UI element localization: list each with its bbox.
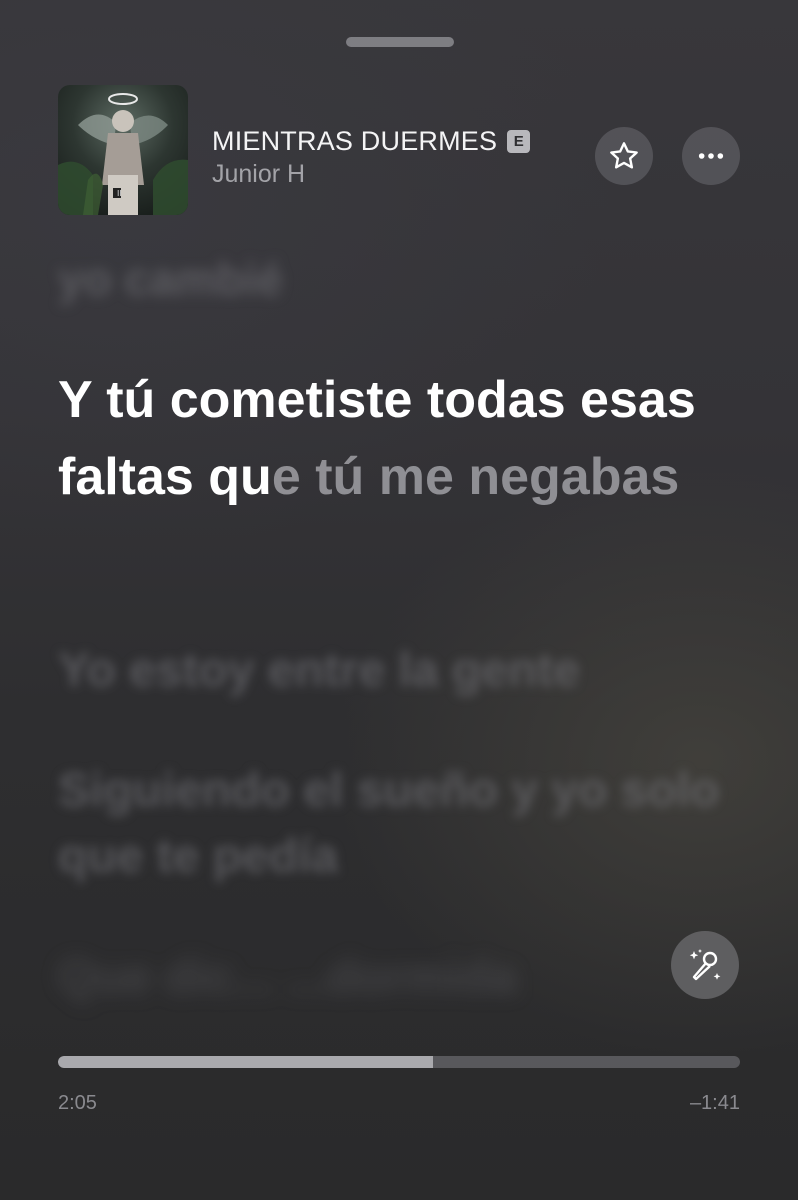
- lyric-line-next[interactable]: Siguiendo el sueño y yo solo que te pedí…: [58, 758, 748, 890]
- explicit-badge: E: [507, 129, 531, 153]
- more-options-button[interactable]: [682, 127, 740, 185]
- title-row: MIENTRAS DUERMES E: [212, 123, 531, 159]
- star-icon: [610, 142, 638, 169]
- lyric-line-next[interactable]: Yo estoy entre la gente: [58, 638, 580, 704]
- favorite-button[interactable]: [595, 127, 653, 185]
- ellipsis-icon: [698, 153, 724, 159]
- sing-mode-button[interactable]: [671, 931, 739, 999]
- lyric-unsung-portion: e tú me negabas: [271, 448, 680, 506]
- scrubber-fill: [58, 1056, 434, 1068]
- lyric-line-previous[interactable]: yo cambié: [58, 252, 283, 306]
- album-artwork[interactable]: II: [58, 85, 188, 215]
- elapsed-time: 2:05: [58, 1092, 97, 1114]
- sheet-grabber[interactable]: [346, 37, 454, 47]
- microphone-sparkle-icon: [689, 949, 721, 981]
- playback-scrubber[interactable]: [58, 1056, 740, 1068]
- artist-name[interactable]: Junior H: [212, 160, 305, 189]
- song-title[interactable]: MIENTRAS DUERMES: [212, 126, 497, 157]
- lyrics-screen: II MIENTRAS DUERMES E Junior H yo cambié…: [0, 0, 798, 1200]
- svg-text:II: II: [117, 189, 122, 198]
- lyric-line-next[interactable]: Que dic... ...dormida: [58, 945, 517, 1011]
- artwork-illustration: II: [58, 93, 188, 215]
- lyric-line-current[interactable]: Y tú cometiste todas esas faltas que tú …: [58, 362, 758, 516]
- remaining-time: –1:41: [689, 1092, 740, 1114]
